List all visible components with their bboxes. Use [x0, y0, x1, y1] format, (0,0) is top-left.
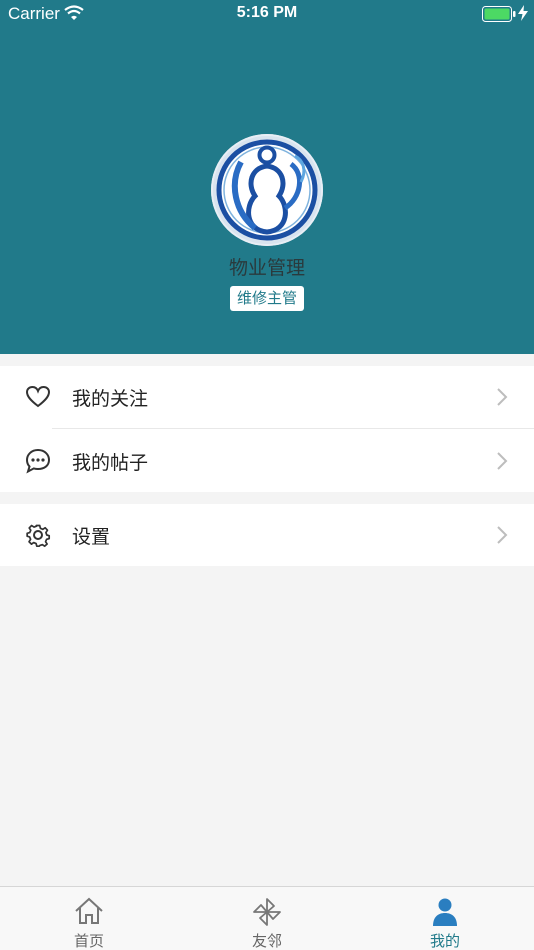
- chevron-right-icon: [497, 526, 508, 544]
- tab-bar: 首页 友邻 我的: [0, 886, 534, 950]
- divider: [52, 428, 534, 429]
- menu-item-following[interactable]: 我的关注: [0, 366, 534, 428]
- tab-label: 我的: [429, 932, 460, 950]
- status-bar: Carrier 5:16 PM: [0, 0, 534, 28]
- person-icon: [433, 898, 457, 926]
- tab-label: 首页: [73, 932, 104, 950]
- profile-name: 物业管理: [228, 257, 305, 279]
- tab-neighbors[interactable]: 友邻: [207, 887, 327, 950]
- status-time: 5:16 PM: [236, 4, 298, 21]
- charging-icon: [518, 5, 528, 21]
- menu-item-label: 设置: [72, 526, 111, 548]
- gear-icon: [26, 524, 51, 548]
- chevron-right-icon: [497, 452, 508, 470]
- battery-icon: [482, 6, 516, 22]
- tab-home[interactable]: 首页: [29, 887, 149, 950]
- chevron-right-icon: [497, 388, 508, 406]
- heart-icon: [25, 385, 51, 408]
- tab-mine[interactable]: 我的: [385, 887, 505, 950]
- chat-bubble-icon: [25, 448, 51, 474]
- menu-item-settings[interactable]: 设置: [0, 504, 534, 566]
- menu-item-posts[interactable]: 我的帖子: [0, 430, 534, 492]
- role-badge: 维修主管: [230, 286, 304, 311]
- pinwheel-icon: [253, 898, 281, 926]
- logo-avatar-icon: [213, 136, 321, 244]
- menu-item-label: 我的帖子: [72, 452, 149, 474]
- menu-item-label: 我的关注: [72, 388, 149, 410]
- profile-header: Carrier 5:16 PM 物业管理 维修主管: [0, 0, 534, 354]
- menu-group-settings: 设置: [0, 504, 534, 566]
- menu-group-activity: 我的关注 我的帖子: [0, 366, 534, 492]
- tab-label: 友邻: [251, 932, 282, 950]
- home-icon: [75, 897, 103, 924]
- avatar[interactable]: [211, 134, 323, 246]
